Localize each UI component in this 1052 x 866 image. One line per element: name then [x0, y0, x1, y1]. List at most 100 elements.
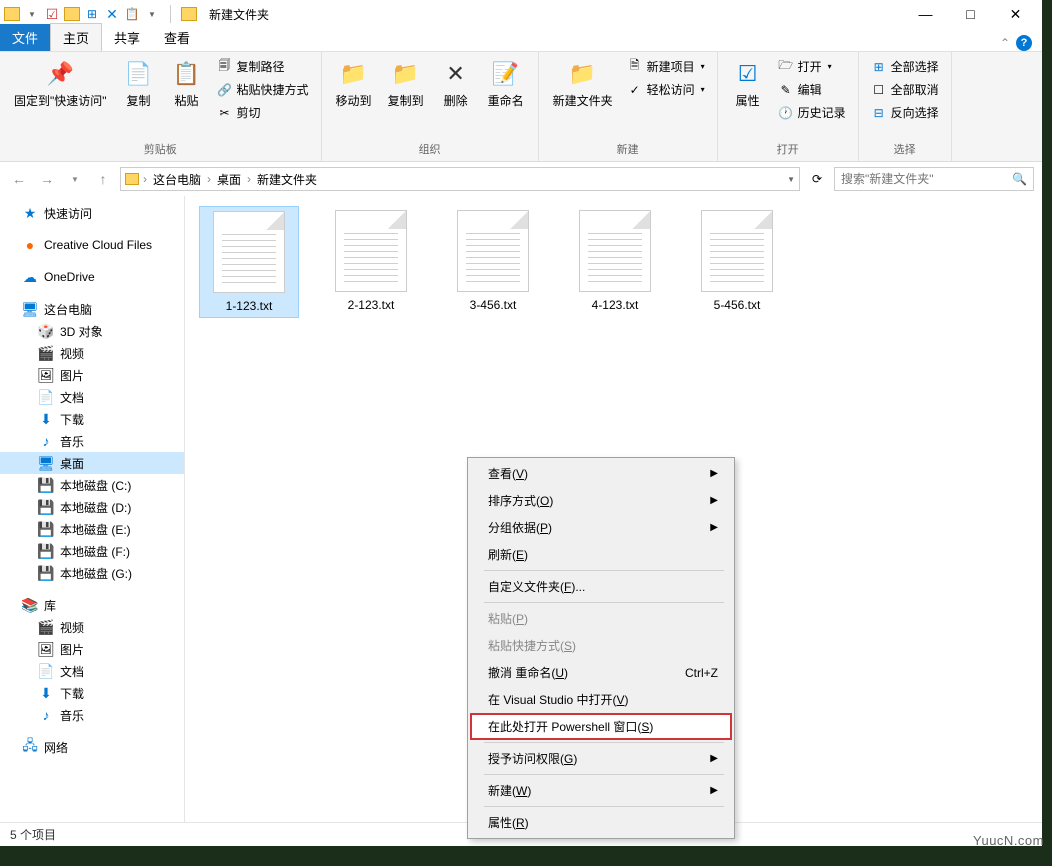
properties-icon[interactable]: ☑	[44, 6, 60, 22]
sidebar-item-lib-music[interactable]: ♪音乐	[0, 704, 184, 726]
cut-button[interactable]: ✂剪切	[213, 102, 313, 123]
tab-view[interactable]: 查看	[152, 24, 202, 51]
new-item-button[interactable]: 🗎新建项目▾	[623, 56, 709, 77]
close-button[interactable]: ✕	[993, 0, 1038, 28]
sidebar-item-videos[interactable]: 🎬视频	[0, 342, 184, 364]
dropdown-icon[interactable]: ▼	[144, 6, 160, 22]
invert-selection-button[interactable]: ⊟反向选择	[867, 102, 943, 123]
menu-open-vs[interactable]: 在 Visual Studio 中打开(V)	[470, 686, 732, 713]
sidebar-item-disk-g[interactable]: 💾本地磁盘 (G:)	[0, 562, 184, 584]
copy-button[interactable]: 📄 复制	[117, 56, 161, 111]
menu-separator	[484, 742, 724, 743]
properties-icon: ☑	[732, 58, 764, 90]
sidebar-item-3d-objects[interactable]: 🎲3D 对象	[0, 320, 184, 342]
collapse-ribbon-icon[interactable]: ⌃	[1000, 36, 1010, 50]
video-icon: 🎬	[38, 345, 54, 361]
menu-customize[interactable]: 自定义文件夹(F)...	[470, 573, 732, 600]
tab-home[interactable]: 主页	[50, 23, 102, 51]
menu-sort[interactable]: 排序方式(O)▶	[470, 487, 732, 514]
menu-grant-access[interactable]: 授予访问权限(G)▶	[470, 745, 732, 772]
down-arrow-icon[interactable]: ▼	[24, 6, 40, 22]
delete-icon[interactable]: ✕	[104, 6, 120, 22]
history-button[interactable]: 🕐历史记录	[774, 102, 850, 123]
sidebar-item-network[interactable]: 🖧网络	[0, 736, 184, 758]
open-button[interactable]: 🗁打开▾	[774, 56, 850, 77]
sidebar-item-documents[interactable]: 📄文档	[0, 386, 184, 408]
rename-button[interactable]: 📝 重命名	[482, 56, 530, 111]
sidebar-item-libraries[interactable]: 📚库	[0, 594, 184, 616]
new-folder-button[interactable]: 📁 新建文件夹	[547, 56, 619, 111]
file-item[interactable]: 5-456.txt	[687, 206, 787, 318]
ribbon: 📌 固定到"快速访问" 📄 复制 📋 粘贴 🗐复制路径 🔗粘贴快捷方式 ✂剪切	[0, 52, 1042, 162]
minimize-button[interactable]: —	[903, 0, 948, 28]
group-label: 新建	[547, 139, 709, 157]
tab-file[interactable]: 文件	[0, 24, 50, 51]
window-title: 新建文件夹	[209, 6, 269, 23]
menu-group-by[interactable]: 分组依据(P)▶	[470, 514, 732, 541]
edit-button[interactable]: ✎编辑	[774, 79, 850, 100]
sidebar-item-pictures[interactable]: 🖼图片	[0, 364, 184, 386]
copy-to-button[interactable]: 📁 复制到	[382, 56, 430, 111]
file-item[interactable]: 1-123.txt	[199, 206, 299, 318]
search-input[interactable]	[841, 172, 1012, 186]
menu-refresh[interactable]: 刷新(E)	[470, 541, 732, 568]
ribbon-group-new: 📁 新建文件夹 🗎新建项目▾ ✓轻松访问▾ 新建	[539, 52, 718, 161]
sidebar-item-disk-f[interactable]: 💾本地磁盘 (F:)	[0, 540, 184, 562]
select-none-button[interactable]: ☐全部取消	[867, 79, 943, 100]
copy-path-button[interactable]: 🗐复制路径	[213, 56, 313, 77]
delete-button[interactable]: ✕ 删除	[434, 56, 478, 111]
disk-icon: 💾	[38, 499, 54, 515]
file-item[interactable]: 2-123.txt	[321, 206, 421, 318]
sidebar-item-disk-c[interactable]: 💾本地磁盘 (C:)	[0, 474, 184, 496]
forward-button[interactable]: →	[36, 168, 58, 190]
menu-view[interactable]: 查看(V)▶	[470, 460, 732, 487]
paste-button[interactable]: 📋 粘贴	[165, 56, 209, 111]
sidebar-item-onedrive[interactable]: ☁OneDrive	[0, 266, 184, 288]
sidebar-item-disk-d[interactable]: 💾本地磁盘 (D:)	[0, 496, 184, 518]
video-icon: 🎬	[38, 619, 54, 635]
sidebar-item-desktop[interactable]: 🖥桌面	[0, 452, 184, 474]
sidebar-item-lib-videos[interactable]: 🎬视频	[0, 616, 184, 638]
back-button[interactable]: ←	[8, 168, 30, 190]
pin-button[interactable]: 📌 固定到"快速访问"	[8, 56, 113, 111]
select-all-button[interactable]: ⊞全部选择	[867, 56, 943, 77]
menu-new[interactable]: 新建(W)▶	[470, 777, 732, 804]
refresh-button[interactable]: ⟳	[806, 168, 828, 190]
menu-undo-rename[interactable]: 撤消 重命名(U)Ctrl+Z	[470, 659, 732, 686]
select-icon[interactable]: ⊞	[84, 6, 100, 22]
sidebar-item-disk-e[interactable]: 💾本地磁盘 (E:)	[0, 518, 184, 540]
file-item[interactable]: 3-456.txt	[443, 206, 543, 318]
tab-share[interactable]: 共享	[102, 24, 152, 51]
picture-icon: 🖼	[38, 367, 54, 383]
open-folder-icon[interactable]	[64, 7, 80, 21]
disk-icon: 💾	[38, 521, 54, 537]
picture-icon: 🖼	[38, 641, 54, 657]
menu-properties[interactable]: 属性(R)	[470, 809, 732, 836]
sidebar-item-quick-access[interactable]: ★快速访问	[0, 202, 184, 224]
crumb-this-pc[interactable]: 这台电脑	[151, 171, 203, 188]
address-box[interactable]: › 这台电脑 › 桌面 › 新建文件夹 ▼	[120, 167, 800, 191]
up-button[interactable]: ↑	[92, 168, 114, 190]
properties-button[interactable]: ☑ 属性	[726, 56, 770, 111]
menu-open-powershell[interactable]: 在此处打开 Powershell 窗口(S)	[470, 713, 732, 740]
maximize-button[interactable]: □	[948, 0, 993, 28]
help-icon[interactable]: ?	[1016, 35, 1032, 51]
sidebar-item-lib-documents[interactable]: 📄文档	[0, 660, 184, 682]
copy-icon[interactable]: 📋	[124, 6, 140, 22]
crumb-desktop[interactable]: 桌面	[215, 171, 243, 188]
music-icon: ♪	[38, 433, 54, 449]
paste-shortcut-button[interactable]: 🔗粘贴快捷方式	[213, 79, 313, 100]
sidebar-item-creative-cloud[interactable]: ●Creative Cloud Files	[0, 234, 184, 256]
move-to-button[interactable]: 📁 移动到	[330, 56, 378, 111]
search-box[interactable]: 🔍	[834, 167, 1034, 191]
sidebar-item-music[interactable]: ♪音乐	[0, 430, 184, 452]
easy-access-button[interactable]: ✓轻松访问▾	[623, 79, 709, 100]
sidebar-item-downloads[interactable]: ⬇下载	[0, 408, 184, 430]
sidebar-item-lib-downloads[interactable]: ⬇下载	[0, 682, 184, 704]
crumb-current[interactable]: 新建文件夹	[255, 171, 319, 188]
file-item[interactable]: 4-123.txt	[565, 206, 665, 318]
sidebar-item-this-pc[interactable]: 🖥这台电脑	[0, 298, 184, 320]
address-dropdown-icon[interactable]: ▼	[787, 175, 795, 184]
recent-button[interactable]: ▼	[64, 168, 86, 190]
sidebar-item-lib-pictures[interactable]: 🖼图片	[0, 638, 184, 660]
